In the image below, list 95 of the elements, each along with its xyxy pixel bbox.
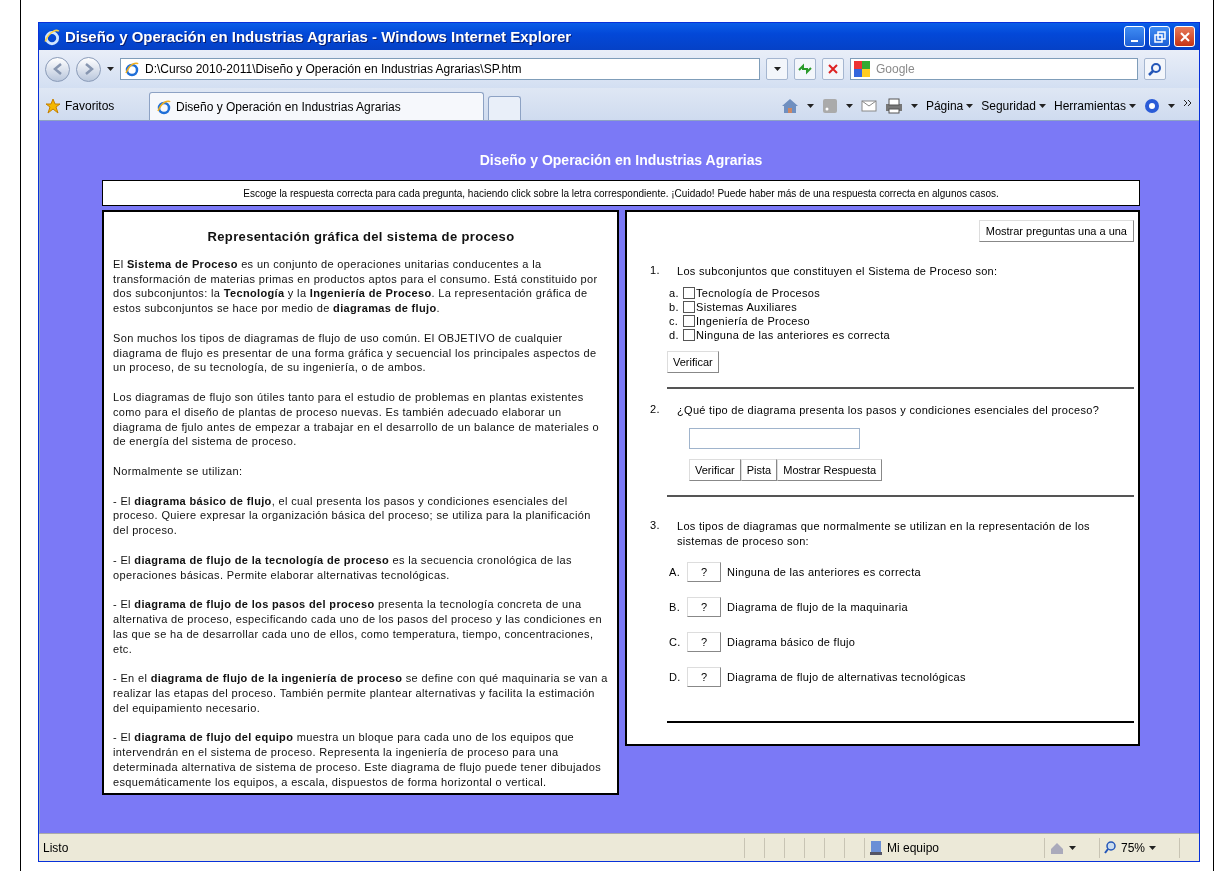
search-button[interactable] bbox=[1144, 58, 1166, 80]
option-label: Ninguna de las anteriores es correcta bbox=[727, 565, 921, 578]
caret-icon bbox=[1149, 845, 1157, 850]
option-label: Diagrama básico de flujo bbox=[727, 635, 856, 648]
caret-icon bbox=[1038, 104, 1046, 108]
answer-field[interactable] bbox=[689, 428, 860, 449]
checkbox[interactable] bbox=[683, 287, 695, 299]
question-text: Los subconjuntos que constituyen el Sistema de Proceso son: bbox=[677, 264, 998, 279]
option-letter: B. bbox=[669, 600, 681, 613]
option-label: Ninguna de las anteriores es correcta bbox=[696, 329, 890, 341]
menu-button[interactable]: Seguridad bbox=[981, 99, 1046, 113]
stop-icon bbox=[828, 64, 838, 74]
forward-button[interactable] bbox=[76, 56, 101, 82]
search-logo-icon bbox=[854, 61, 870, 77]
restore-button[interactable] bbox=[1149, 26, 1170, 47]
caret-icon bbox=[1129, 104, 1136, 108]
caret-icon bbox=[107, 67, 114, 71]
question-number: 1. bbox=[650, 264, 661, 278]
paragraph: - El diagrama de flujo de los pasos del proceso presenta la tecnología concreta de una alternativa de proceso, especificando cada uno de los pasos del proceso y las condiciones en las que se ha de desarrollar cada uno de ellos, como temperatura, tiempo, concentraciones, etc. bbox=[113, 597, 603, 657]
stop-button[interactable] bbox=[822, 58, 844, 80]
question-number: 3. bbox=[650, 519, 661, 533]
close-button[interactable] bbox=[1174, 26, 1195, 47]
answer-button[interactable]: ? bbox=[687, 631, 721, 652]
page-title: Diseño y Operación en Industrias Agrarias bbox=[478, 151, 764, 170]
star-icon bbox=[45, 98, 61, 114]
question-text: Los tipos de diagramas que normalmente se utilizan en la representación de los sistemas de proceso son: bbox=[677, 519, 1091, 549]
caret-icon bbox=[845, 104, 853, 108]
option-letter: c. bbox=[669, 315, 680, 327]
minimize-button[interactable] bbox=[1124, 26, 1145, 47]
dropdown-button[interactable] bbox=[766, 58, 788, 80]
quiz-button[interactable]: Pista bbox=[740, 459, 778, 481]
question-text: ¿Qué tipo de diagrama presenta los pasos y condiciones esenciales del proceso? bbox=[677, 403, 1100, 418]
quiz-button[interactable]: Mostrar Respuesta bbox=[777, 459, 883, 481]
paragraph: - El diagrama de flujo de la tecnología de proceso es la secuencia cronológica de las operaciones básicas. Permite elaborar alternativas tecnológicas. bbox=[113, 552, 573, 583]
question-number: 2. bbox=[650, 403, 661, 417]
refresh-icon bbox=[798, 63, 812, 75]
paragraph: El Sistema de Proceso es un conjunto de operaciones unitarias conducentes a la transformación de materias primas en productos aptos para el consumo. Está constituido por dos subconjuntos: la Tecnología y la Ingeniería de Proceso. La representación gráfica de estos subconjuntos se hace por medio de diagramas de flujo. bbox=[113, 256, 599, 316]
computer-icon bbox=[869, 839, 883, 856]
paragraph: - En el diagrama de flujo de la ingeniería de proceso se define con qué maquinaria se van a realizar las etapas del proceso. También permite plantear alternativas y facilita la estimación del equipamiento necesario. bbox=[113, 671, 609, 716]
option-letter: d. bbox=[669, 329, 680, 341]
browser-tab[interactable]: Diseño y Operación en Industrias Agrarias bbox=[149, 92, 484, 120]
mail-icon[interactable] bbox=[860, 99, 877, 113]
verify-button[interactable]: Verificar bbox=[667, 351, 719, 373]
favorites-button[interactable]: Favoritos bbox=[45, 92, 145, 120]
option-label: Tecnología de Procesos bbox=[696, 287, 820, 299]
page-icon bbox=[156, 98, 172, 115]
address-field[interactable]: D:\Curso 2010-2011\Diseño y Operación en Industrias Agrarias\SP.htm bbox=[120, 58, 760, 80]
option-letter: D. bbox=[669, 670, 682, 683]
caret-icon bbox=[1168, 104, 1175, 108]
menu-button[interactable]: Página bbox=[925, 99, 974, 113]
caret-icon bbox=[910, 104, 918, 108]
zoom-icon bbox=[1104, 841, 1117, 854]
search-box[interactable]: Google bbox=[850, 58, 1138, 80]
browser-logo-icon bbox=[43, 27, 61, 46]
caret-icon bbox=[773, 67, 781, 71]
window-title: Diseño y Operación en Industrias Agrarias - Windows Internet Explorer bbox=[65, 28, 573, 45]
restore-icon bbox=[1153, 30, 1166, 43]
search-icon bbox=[1148, 62, 1162, 76]
close-icon bbox=[1178, 30, 1191, 43]
option-letter: a. bbox=[669, 287, 680, 299]
paragraph: - El diagrama básico de flujo, el cual presenta los pasos y condiciones esenciales del proceso. Quiere expresar la organización básica del proceso; se utiliza para la planificación del proceso. bbox=[113, 493, 592, 538]
paragraph: Son muchos los tipos de diagramas de flujo de uso común. El OBJETIVO de cualquier diagrama de flujo es presentar de una forma gráfica y secuencial los principales aspectos de un proceso, de su tecnología, de su ingeniería, o de ambos. bbox=[113, 330, 598, 376]
option-letter: b. bbox=[669, 301, 680, 313]
refresh-button[interactable] bbox=[794, 58, 816, 80]
home-icon[interactable] bbox=[780, 98, 799, 114]
paragraph: Los diagramas de flujo son útiles tanto para el estudio de problemas en plantas existentes como para el diseño de plantas de proceso nuevas. Es también adecuado elaborar un diagrama de fjulo antes de empezar a trabajar en el desarrollo de un balance de materiales o de energía del sistema de proceso. bbox=[113, 389, 600, 450]
back-button[interactable] bbox=[45, 56, 70, 82]
caret-icon bbox=[1069, 845, 1076, 850]
answer-button[interactable]: ? bbox=[687, 596, 721, 617]
answer-button[interactable]: ? bbox=[687, 666, 721, 687]
checkbox[interactable] bbox=[683, 301, 695, 313]
menu-button[interactable]: Herramientas bbox=[1053, 99, 1136, 113]
status-text: Listo bbox=[43, 840, 69, 855]
paragraph: - El diagrama de flujo del equipo muestra un bloque para cada uno de los equipos que intervendrán en el sistema de proceso. Representa la ingeniería de proceso para una determinada alternativa de sistema de proceso. Este diagrama de flujo puede tener dibujados esquemáticamente los equipos, a escala, dispuestos de forma horizontal o vertical. bbox=[113, 730, 603, 790]
page-icon bbox=[124, 61, 140, 77]
zone-text: Mi equipo bbox=[887, 840, 940, 855]
minimize-icon bbox=[1131, 39, 1138, 42]
checkbox[interactable] bbox=[683, 315, 695, 327]
caret-icon bbox=[806, 104, 814, 108]
zoom-level[interactable]: 75% bbox=[1121, 840, 1146, 855]
option-label: Diagrama de flujo de alternativas tecnológicas bbox=[727, 670, 966, 683]
option-label: Ingeniería de Proceso bbox=[696, 315, 810, 327]
printer-icon[interactable] bbox=[884, 98, 903, 114]
quiz-button[interactable]: Verificar bbox=[689, 459, 741, 481]
caret-icon bbox=[966, 104, 974, 108]
instructions-text: Escoge la respuesta correcta para cada pregunta, haciendo click sobre la letra correspondiente. ¡Cuidado! Puede haber más de una respuesta correcta en algunos casos. bbox=[102, 180, 1140, 206]
paragraph: Normalmente se utilizan: bbox=[113, 463, 244, 479]
option-label: Sistemas Auxiliares bbox=[696, 301, 798, 313]
option-letter: A. bbox=[669, 565, 681, 578]
article-heading: Representación gráfica del sistema de proceso bbox=[206, 230, 516, 245]
answer-button[interactable]: ? bbox=[687, 561, 721, 582]
option-letter: C. bbox=[669, 635, 682, 648]
checkbox[interactable] bbox=[683, 329, 695, 341]
show-one-by-one-button[interactable]: Mostrar preguntas una a una bbox=[978, 220, 1134, 242]
option-label: Diagrama de flujo de la maquinaria bbox=[727, 600, 908, 613]
